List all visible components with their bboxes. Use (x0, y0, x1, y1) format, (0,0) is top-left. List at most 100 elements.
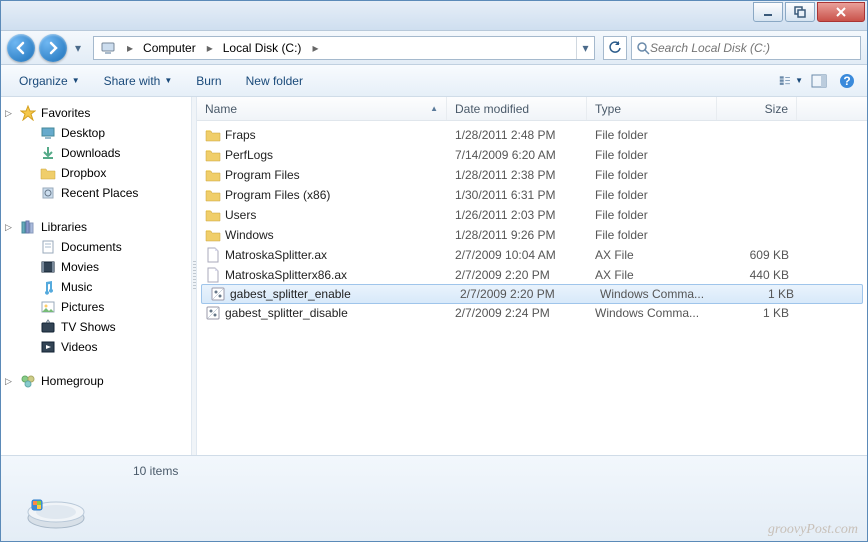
sidebar-item[interactable]: Downloads (1, 143, 191, 163)
file-date: 2/7/2009 2:20 PM (447, 268, 587, 282)
file-type: AX File (587, 248, 717, 262)
file-size: 440 KB (717, 268, 797, 282)
file-icon (205, 267, 221, 283)
favorites-header[interactable]: ▷ Favorites (1, 103, 191, 123)
search-input[interactable] (650, 41, 856, 55)
splitter[interactable] (191, 97, 197, 455)
item-icon (39, 239, 57, 255)
address-dropdown[interactable]: ▾ (576, 37, 594, 59)
newfolder-button[interactable]: New folder (236, 70, 313, 92)
watermark: groovyPost.com (768, 522, 858, 538)
file-name: Windows (225, 228, 274, 242)
file-date: 1/30/2011 6:31 PM (447, 188, 587, 202)
sidebar-item[interactable]: Recent Places (1, 183, 191, 203)
collapse-icon: ▷ (5, 108, 12, 119)
sidebar-item[interactable]: Documents (1, 237, 191, 257)
item-icon (39, 319, 57, 335)
cmd-icon (210, 286, 226, 302)
view-button[interactable]: ▼ (779, 69, 803, 93)
refresh-button[interactable] (603, 36, 627, 60)
search-icon (636, 41, 650, 55)
breadcrumb-drive[interactable]: Local Disk (C:) (217, 37, 309, 59)
file-row[interactable]: Windows 1/28/2011 9:26 PMFile folder (197, 225, 867, 245)
preview-pane-button[interactable] (807, 69, 831, 93)
: Documents (61, 240, 122, 254)
file-type: Windows Comma... (587, 306, 717, 320)
folder-icon (205, 167, 221, 183)
forward-button[interactable] (39, 34, 67, 62)
back-button[interactable] (7, 34, 35, 62)
file-row[interactable]: MatroskaSplitter.ax 2/7/2009 10:04 AMAX F… (197, 245, 867, 265)
file-name: Program Files (225, 168, 300, 182)
breadcrumb-arrow[interactable]: ▸ (203, 37, 217, 59)
file-row[interactable]: gabest_splitter_disable2/7/2009 2:24 PMW… (197, 303, 867, 323)
favorites-label: Favorites (41, 106, 90, 120)
file-date: 1/28/2011 9:26 PM (447, 228, 587, 242)
item-count: 10 items (133, 464, 178, 478)
file-date: 2/7/2009 10:04 AM (447, 248, 587, 262)
address-bar[interactable]: ▸ Computer ▸ Local Disk (C:) ▸ ▾ (93, 36, 595, 60)
item-icon (39, 279, 57, 295)
share-button[interactable]: Share with▼ (94, 70, 183, 92)
file-name: gabest_splitter_enable (230, 287, 351, 301)
statusbar: 10 items (1, 455, 867, 541)
file-row[interactable]: gabest_splitter_enable2/7/2009 2:20 PMWi… (201, 284, 863, 304)
cmd-icon (205, 305, 221, 321)
: Downloads (61, 146, 120, 160)
: Dropbox (61, 166, 106, 180)
burn-button[interactable]: Burn (186, 70, 231, 92)
sidebar-item[interactable]: Desktop (1, 123, 191, 143)
main-pane: Name▲ Date modified Type Size Fraps1/28/… (197, 97, 867, 455)
file-row[interactable]: PerfLogs7/14/2009 6:20 AMFile folder (197, 145, 867, 165)
file-name: MatroskaSplitter.ax (225, 248, 327, 262)
file-type: File folder (587, 128, 717, 142)
homegroup-icon (19, 373, 37, 389)
col-name[interactable]: Name▲ (197, 97, 447, 120)
close-button[interactable] (817, 2, 865, 22)
drive-icon (24, 468, 88, 532)
libraries-header[interactable]: ▷ Libraries (1, 217, 191, 237)
item-icon (39, 125, 57, 141)
breadcrumb-arrow[interactable]: ▸ (308, 37, 322, 59)
column-headers: Name▲ Date modified Type Size (197, 97, 867, 121)
sidebar-item[interactable]: Videos (1, 337, 191, 357)
maximize-button[interactable] (785, 2, 815, 22)
item-icon (39, 145, 57, 161)
file-row[interactable]: Program Files1/28/2011 2:38 PMFile folde… (197, 165, 867, 185)
col-type[interactable]: Type (587, 97, 717, 120)
folder-icon (205, 227, 221, 243)
file-date: 2/7/2009 2:24 PM (447, 306, 587, 320)
nav-history-dropdown[interactable]: ▾ (71, 41, 85, 55)
file-icon (205, 247, 221, 263)
col-date[interactable]: Date modified (447, 97, 587, 120)
col-size[interactable]: Size (717, 97, 797, 120)
homegroup-header[interactable]: ▷ Homegroup (1, 371, 191, 391)
item-icon (39, 299, 57, 315)
organize-button[interactable]: Organize▼ (9, 70, 90, 92)
minimize-button[interactable] (753, 2, 783, 22)
file-row[interactable]: Users1/26/2011 2:03 PMFile folder (197, 205, 867, 225)
file-date: 7/14/2009 6:20 AM (447, 148, 587, 162)
help-button[interactable]: ? (835, 69, 859, 93)
file-type: File folder (587, 228, 717, 242)
file-type: File folder (587, 168, 717, 182)
item-icon (39, 259, 57, 275)
folder-icon (205, 127, 221, 143)
sidebar-item[interactable]: Dropbox (1, 163, 191, 183)
search-box[interactable] (631, 36, 861, 60)
sidebar-item[interactable]: Music (1, 277, 191, 297)
address-computer-icon[interactable] (94, 37, 123, 59)
file-row[interactable]: Fraps1/28/2011 2:48 PMFile folder (197, 125, 867, 145)
sidebar-item[interactable]: Movies (1, 257, 191, 277)
sidebar-item[interactable]: Pictures (1, 297, 191, 317)
navbar: ▾ ▸ Computer ▸ Local Disk (C:) ▸ ▾ (1, 31, 867, 65)
file-size: 1 KB (722, 287, 802, 301)
file-type: Windows Comma... (592, 287, 722, 301)
file-row[interactable]: Program Files (x86)1/30/2011 6:31 PMFile… (197, 185, 867, 205)
homegroup-label: Homegroup (41, 374, 104, 388)
file-row[interactable]: MatroskaSplitterx86.ax2/7/2009 2:20 PMAX… (197, 265, 867, 285)
: Music (61, 280, 92, 294)
sidebar-item[interactable]: TV Shows (1, 317, 191, 337)
breadcrumb-computer[interactable]: Computer (137, 37, 203, 59)
breadcrumb-arrow[interactable]: ▸ (123, 37, 137, 59)
